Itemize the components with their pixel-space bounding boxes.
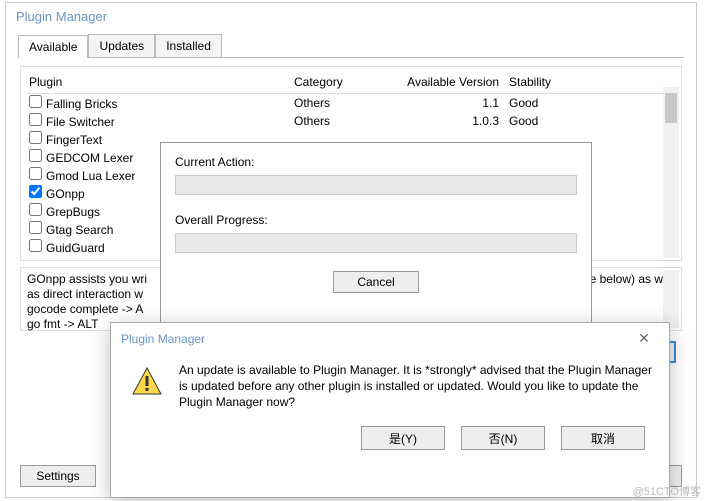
tab-available[interactable]: Available bbox=[18, 35, 88, 58]
current-action-label: Current Action: bbox=[175, 155, 577, 169]
plugin-checkbox[interactable] bbox=[29, 221, 42, 234]
update-dialog: Plugin Manager ✕ An update is available … bbox=[110, 322, 670, 498]
table-row[interactable]: Falling Bricks Others1.1Good bbox=[27, 94, 675, 112]
plugin-checkbox[interactable] bbox=[29, 95, 42, 108]
col-category[interactable]: Category bbox=[294, 75, 394, 89]
cancel-dialog-button[interactable]: 取消 bbox=[561, 426, 645, 450]
list-scrollbar[interactable] bbox=[663, 87, 679, 258]
plugin-checkbox[interactable] bbox=[29, 167, 42, 180]
dialog-body: An update is available to Plugin Manager… bbox=[111, 354, 669, 416]
plugin-checkbox[interactable] bbox=[29, 113, 42, 126]
window-title: Plugin Manager bbox=[6, 3, 696, 30]
col-plugin[interactable]: Plugin bbox=[29, 75, 294, 89]
warning-icon bbox=[131, 366, 163, 398]
plugin-version: 1.1 bbox=[394, 96, 509, 110]
tab-updates[interactable]: Updates bbox=[88, 34, 155, 57]
plugin-checkbox[interactable] bbox=[29, 239, 42, 252]
watermark: @51CTO博客 bbox=[633, 483, 701, 499]
cancel-button[interactable]: Cancel bbox=[333, 271, 419, 293]
plugin-name: GrepBugs bbox=[46, 205, 100, 219]
plugin-name: GuidGuard bbox=[46, 241, 105, 254]
plugin-name: Gmod Lua Lexer bbox=[46, 169, 135, 183]
scroll-thumb[interactable] bbox=[665, 93, 677, 123]
plugin-name: Gtag Search bbox=[46, 223, 113, 237]
plugin-name: File Switcher bbox=[46, 115, 115, 129]
col-version[interactable]: Available Version bbox=[394, 75, 509, 89]
plugin-version: 1.0.3 bbox=[394, 114, 509, 128]
no-button[interactable]: 否(N) bbox=[461, 426, 545, 450]
current-action-bar bbox=[175, 175, 577, 195]
plugin-checkbox[interactable] bbox=[29, 185, 42, 198]
plugin-checkbox[interactable] bbox=[29, 131, 42, 144]
desc-scrollbar[interactable] bbox=[663, 270, 679, 328]
table-row[interactable]: File Switcher Others1.0.3Good bbox=[27, 112, 675, 130]
close-icon[interactable]: ✕ bbox=[629, 330, 659, 347]
progress-dialog: Current Action: Overall Progress: Cancel bbox=[160, 142, 592, 342]
yes-button[interactable]: 是(Y) bbox=[361, 426, 445, 450]
overall-progress-label: Overall Progress: bbox=[175, 213, 577, 227]
plugin-category: Others bbox=[294, 114, 394, 128]
tab-bar: Available Updates Installed bbox=[18, 34, 684, 58]
plugin-name: Falling Bricks bbox=[46, 97, 117, 111]
plugin-stability: Good bbox=[509, 114, 579, 128]
col-stability[interactable]: Stability bbox=[509, 75, 579, 89]
plugin-name: FingerText bbox=[46, 133, 102, 147]
plugin-checkbox[interactable] bbox=[29, 203, 42, 216]
plugin-name: GEDCOM Lexer bbox=[46, 151, 133, 165]
settings-button[interactable]: Settings bbox=[20, 465, 96, 487]
plugin-checkbox[interactable] bbox=[29, 149, 42, 162]
plugin-stability: Good bbox=[509, 96, 579, 110]
dialog-title: Plugin Manager bbox=[121, 332, 205, 346]
plugin-category: Others bbox=[294, 96, 394, 110]
dialog-titlebar: Plugin Manager ✕ bbox=[111, 323, 669, 354]
plugin-name: GOnpp bbox=[46, 187, 85, 201]
overall-progress-bar bbox=[175, 233, 577, 253]
list-header: Plugin Category Available Version Stabil… bbox=[27, 73, 675, 94]
dialog-buttons: 是(Y) 否(N) 取消 bbox=[111, 416, 669, 462]
tab-installed[interactable]: Installed bbox=[155, 34, 222, 57]
dialog-text: An update is available to Plugin Manager… bbox=[179, 362, 653, 410]
